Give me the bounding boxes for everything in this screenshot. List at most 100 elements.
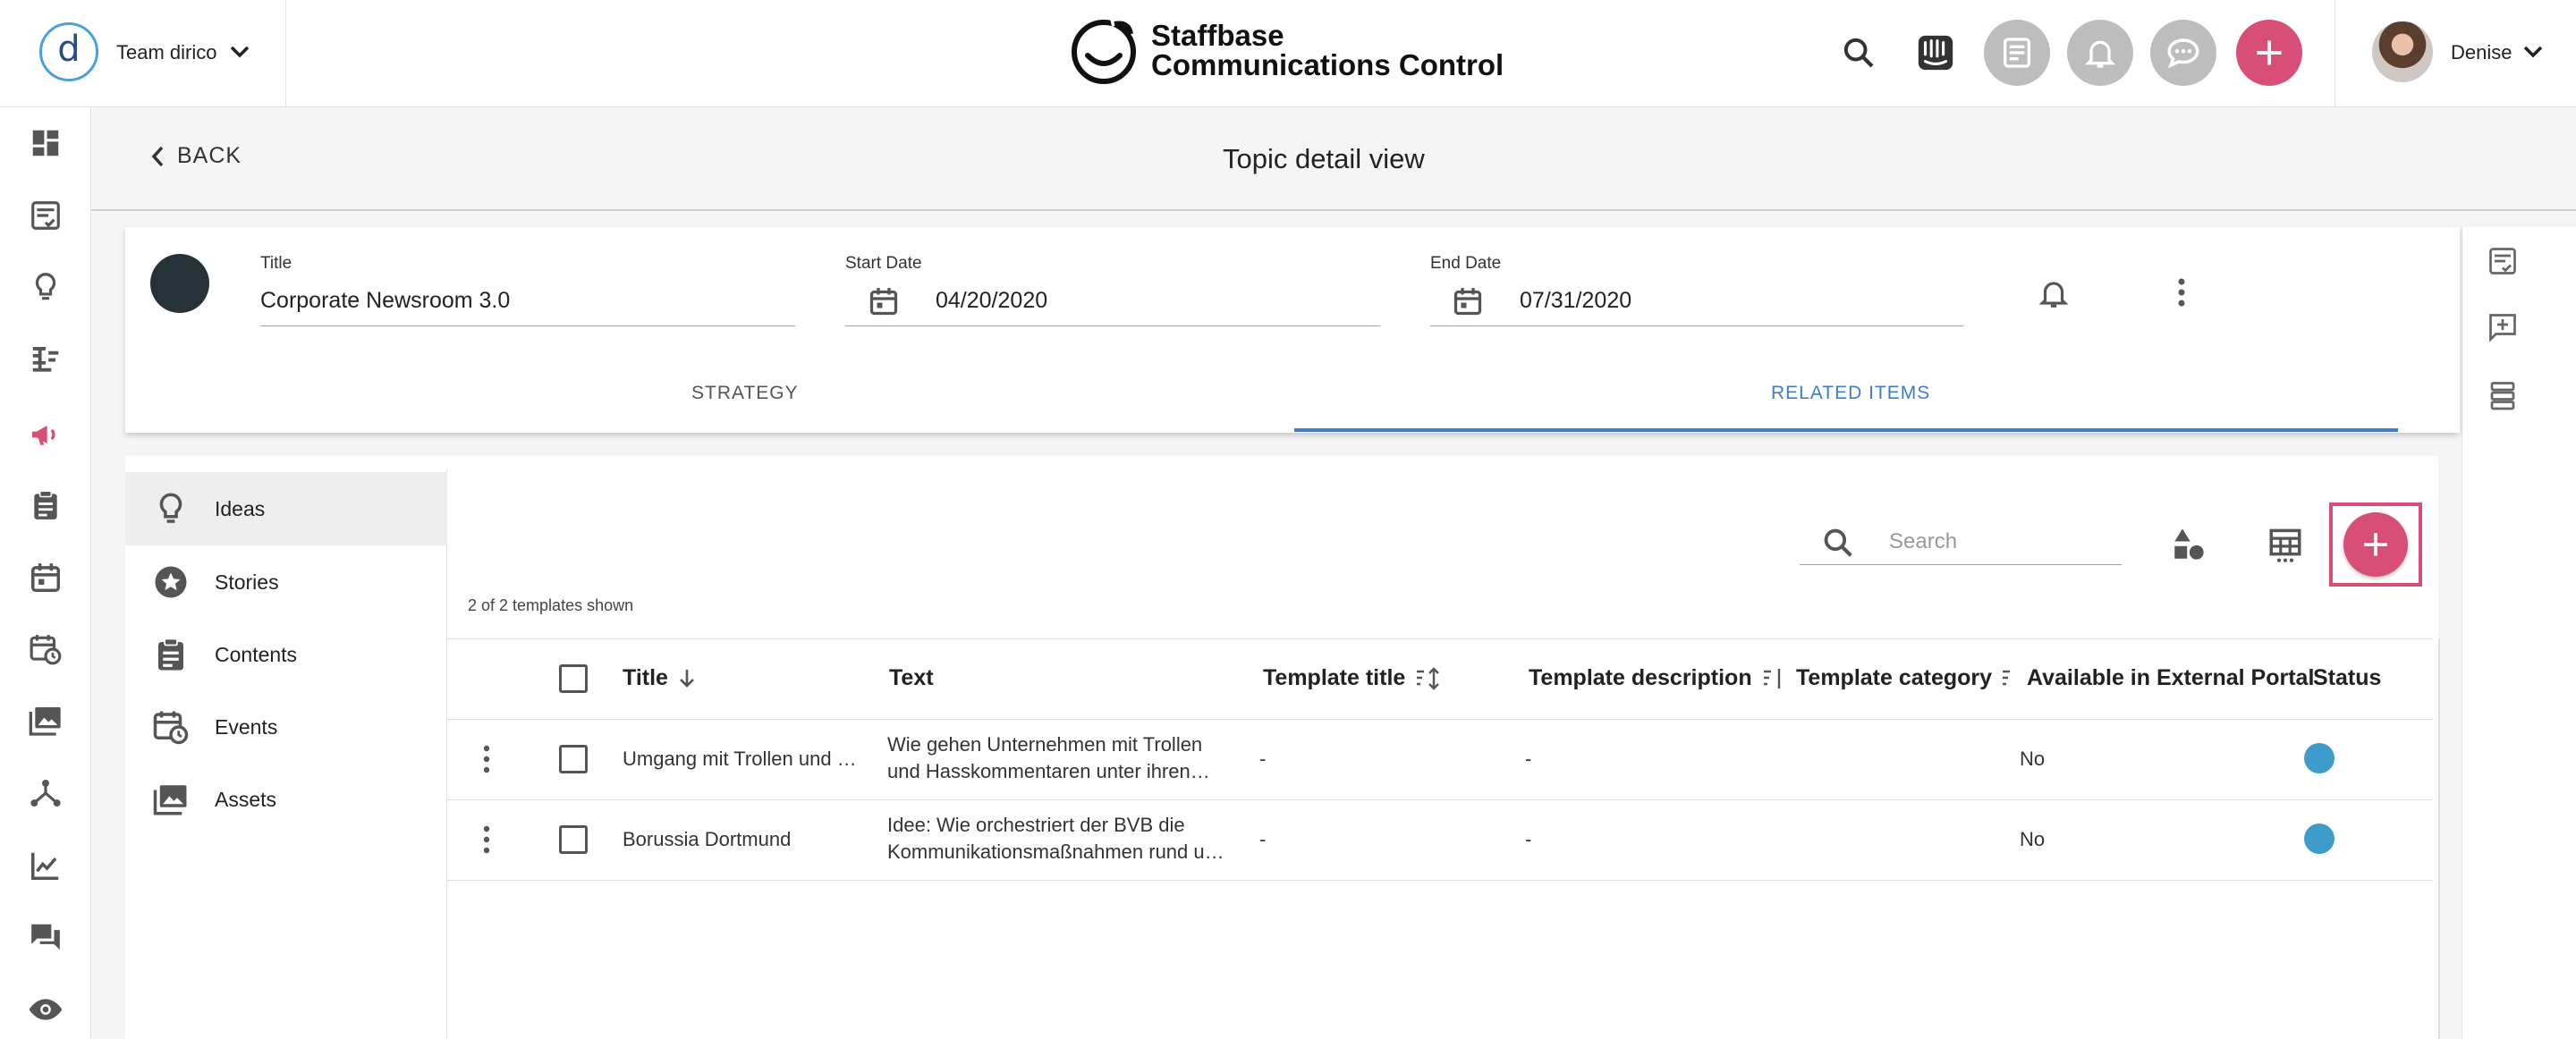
plus-icon: [2257, 40, 2282, 65]
select-all-checkbox[interactable]: [559, 664, 588, 693]
nav-dashboard[interactable]: [27, 124, 64, 162]
topic-color-avatar[interactable]: [150, 254, 209, 313]
row-title[interactable]: Borussia Dortmund: [623, 828, 791, 851]
nav-campaigns[interactable]: [27, 416, 64, 453]
page-title: Topic detail view: [1223, 143, 1425, 174]
nav-comments[interactable]: [27, 918, 64, 956]
team-switcher[interactable]: d Team dirico: [0, 0, 286, 107]
search-icon: [1843, 38, 1874, 68]
checklist-icon[interactable]: [2487, 245, 2519, 277]
staffbase-logo-icon: [1072, 16, 1138, 84]
nav-strategy[interactable]: [27, 340, 64, 377]
column-header-text[interactable]: Text: [889, 665, 934, 691]
network-icon: [30, 779, 61, 807]
nav-calendar[interactable]: [27, 559, 64, 596]
end-date-field[interactable]: 07/31/2020: [1520, 288, 1631, 314]
sidebar-item-label: Contents: [215, 642, 298, 666]
nav-network[interactable]: [27, 774, 64, 812]
chat-button[interactable]: [2150, 20, 2216, 86]
team-logo: d: [39, 22, 98, 81]
create-new-button[interactable]: [2236, 20, 2302, 86]
nav-plans[interactable]: [27, 197, 64, 234]
chevron-down-icon[interactable]: [2522, 45, 2544, 59]
tab-related-items[interactable]: RELATED ITEMS: [1771, 383, 1930, 404]
results-count: 2 of 2 templates shown: [468, 596, 634, 614]
intercom-button[interactable]: [1902, 20, 1969, 86]
title-field-underline: [260, 325, 795, 326]
sidebar-item-assets[interactable]: Assets: [125, 763, 447, 836]
sort-icon: [1763, 668, 1780, 688]
plus-icon: [2364, 533, 2387, 556]
tasks-button[interactable]: [1984, 20, 2050, 86]
clipboard-icon: [34, 490, 57, 520]
column-header-external-portal[interactable]: Available in External Portal: [2027, 665, 2314, 691]
dashboard-icon: [32, 130, 59, 156]
nav-preview[interactable]: [27, 991, 64, 1028]
eye-icon: [29, 999, 63, 1020]
start-date-label: Start Date: [845, 254, 922, 273]
column-header-status[interactable]: Status: [2313, 665, 2381, 691]
search-input[interactable]: Search: [1889, 529, 1957, 554]
row-checkbox[interactable]: [559, 825, 588, 854]
sidebar-item-contents[interactable]: Contents: [125, 618, 447, 691]
avatar[interactable]: [2372, 21, 2433, 82]
calendar-icon[interactable]: [868, 284, 900, 318]
back-button[interactable]: BACK: [150, 143, 242, 169]
images-icon: [153, 785, 187, 815]
search-input-underline: [1800, 564, 2122, 565]
chevron-left-icon: [151, 146, 164, 166]
sort-icon: [1417, 666, 1440, 690]
back-label: BACK: [177, 143, 242, 168]
tab-strategy[interactable]: STRATEGY: [691, 383, 799, 404]
table-view-icon[interactable]: [2267, 526, 2304, 565]
more-vertical-icon[interactable]: [2175, 275, 2188, 309]
search-icon: [1824, 528, 1852, 557]
nav-events[interactable]: [27, 630, 64, 668]
sidebar-item-events[interactable]: Events: [125, 690, 447, 764]
column-header-template-description[interactable]: Template description: [1529, 665, 1786, 691]
sidebar-item-label: Stories: [215, 570, 279, 594]
bell-icon[interactable]: [2037, 275, 2071, 311]
nav-ideas[interactable]: [27, 268, 64, 306]
star-badge-icon: [155, 566, 187, 598]
topic-card: [125, 227, 2460, 433]
row-template-description: -: [1525, 748, 1532, 770]
active-tab-indicator: [1294, 428, 2398, 432]
row-external-portal: No: [2020, 748, 2046, 770]
more-vertical-icon[interactable]: [482, 824, 491, 855]
layers-list-icon[interactable]: [2487, 379, 2519, 411]
row-title[interactable]: Umgang mit Trollen und …: [623, 748, 860, 771]
column-header-title[interactable]: Title: [623, 665, 697, 691]
sidebar-item-stories[interactable]: Stories: [125, 545, 447, 619]
column-label: Template title: [1263, 665, 1406, 690]
chevron-down-icon: [230, 46, 250, 58]
add-item-button[interactable]: [2343, 512, 2408, 577]
row-checkbox[interactable]: [559, 745, 588, 773]
line-chart-icon: [31, 852, 59, 880]
row-text-line: und Hasskommentaren unter ihren…: [887, 760, 1210, 782]
more-vertical-icon[interactable]: [482, 744, 491, 774]
tree-structure-icon: [32, 347, 59, 372]
status-indicator: [2304, 743, 2334, 773]
start-date-field[interactable]: 04/20/2020: [936, 288, 1047, 314]
title-field[interactable]: Corporate Newsroom 3.0: [260, 288, 510, 314]
status-indicator: [2304, 824, 2334, 854]
end-date-underline: [1430, 325, 1963, 326]
add-comment-icon[interactable]: [2487, 311, 2519, 343]
column-label: Template category: [1796, 665, 1993, 690]
notifications-button[interactable]: [2067, 20, 2133, 86]
nav-contents[interactable]: [27, 486, 64, 524]
table-right-border: [2438, 638, 2440, 1039]
column-header-template-category[interactable]: Template category: [1796, 665, 2012, 691]
title-label: Title: [260, 254, 292, 273]
row-text-line: Kommunikationsmaßnahmen rund u…: [887, 840, 1224, 863]
global-search-button[interactable]: [1826, 20, 1892, 86]
category-shapes-icon[interactable]: [2170, 526, 2207, 563]
nav-analytics[interactable]: [27, 847, 64, 884]
checklist-icon: [2004, 38, 2030, 68]
nav-assets[interactable]: [27, 702, 64, 739]
table-header-border: [447, 719, 2433, 720]
calendar-icon[interactable]: [1452, 284, 1484, 318]
column-header-template-title[interactable]: Template title: [1263, 665, 1443, 691]
sidebar-item-ideas[interactable]: Ideas: [125, 472, 447, 545]
